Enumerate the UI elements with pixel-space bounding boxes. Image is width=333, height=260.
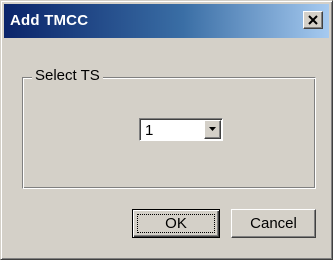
cancel-button-label: Cancel	[250, 215, 297, 232]
dropdown-arrow-button[interactable]	[204, 120, 221, 139]
dialog-title: Add TMCC	[10, 12, 89, 29]
chevron-down-icon	[209, 127, 216, 131]
cancel-button[interactable]: Cancel	[231, 209, 316, 238]
close-button[interactable]	[303, 11, 323, 29]
close-x-icon	[308, 15, 318, 25]
add-tmcc-dialog: Add TMCC Select TS 1 OK Cancel	[0, 0, 333, 260]
select-ts-value: 1	[145, 122, 154, 139]
ok-button[interactable]: OK	[132, 209, 220, 238]
select-ts-dropdown[interactable]: 1	[139, 118, 223, 141]
title-bar[interactable]: Add TMCC	[4, 4, 329, 38]
select-ts-label: Select TS	[32, 67, 103, 84]
ok-button-label: OK	[165, 215, 187, 232]
